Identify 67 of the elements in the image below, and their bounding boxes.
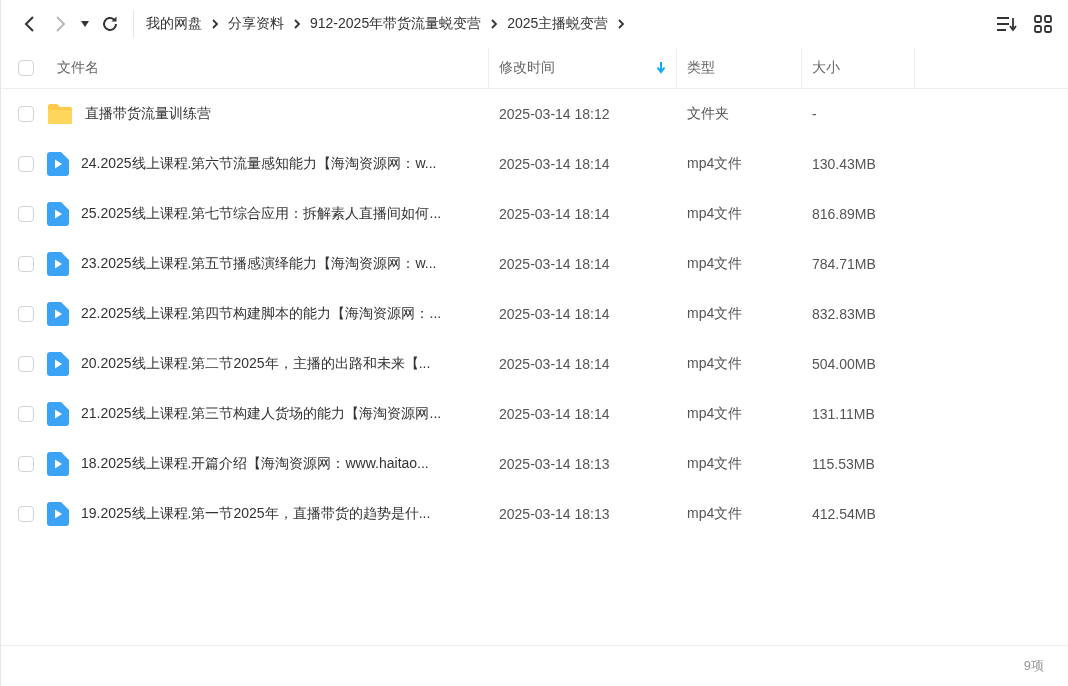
column-header[interactable]: 大小 <box>812 59 904 77</box>
modified-time: 2025-03-14 18:14 <box>498 256 611 272</box>
file-size: 130.43MB <box>811 156 877 172</box>
file-type: mp4文件 <box>686 305 744 323</box>
row-checkbox[interactable] <box>18 356 34 372</box>
breadcrumb-link[interactable]: 2025主播蜕变营 <box>507 15 609 33</box>
file-type: mp4文件 <box>686 505 744 523</box>
file-size: 784.71MB <box>811 256 877 272</box>
row-checkbox[interactable] <box>18 456 34 472</box>
row-checkbox[interactable] <box>18 506 34 522</box>
file-size: 504.00MB <box>811 356 877 372</box>
caret-down-icon <box>80 20 90 28</box>
breadcrumb-link[interactable]: 我的网盘 <box>146 15 202 33</box>
column-header[interactable]: 类型 <box>687 59 791 77</box>
modified-time: 2025-03-14 18:14 <box>498 306 611 322</box>
video-file-icon <box>47 352 69 376</box>
file-size: 115.53MB <box>811 456 876 472</box>
modified-time: 2025-03-14 18:14 <box>498 206 611 222</box>
row-checkbox[interactable] <box>18 206 34 222</box>
file-type: mp4文件 <box>686 155 744 173</box>
file-name[interactable]: 24.2025线上课程.第六节流量感知能力【海淘资源网：w... <box>81 155 437 173</box>
file-size: 816.89MB <box>811 206 877 222</box>
modified-time: 2025-03-14 18:13 <box>498 506 611 522</box>
file-size: 412.54MB <box>811 506 877 522</box>
modified-time: 2025-03-14 18:13 <box>498 456 611 472</box>
file-name[interactable]: 25.2025线上课程.第七节综合应用：拆解素人直播间如何... <box>81 205 442 223</box>
item-count: 9项 <box>1023 657 1044 675</box>
select-all-checkbox[interactable] <box>18 60 34 76</box>
video-file-icon <box>47 302 69 326</box>
modified-time: 2025-03-14 18:12 <box>498 106 611 122</box>
row-checkbox[interactable] <box>18 106 34 122</box>
video-file-icon <box>47 252 69 276</box>
row-checkbox[interactable] <box>18 306 34 322</box>
breadcrumb-link[interactable]: 912-2025年带货流量蜕变营 <box>310 15 482 33</box>
row-checkbox[interactable] <box>18 256 34 272</box>
file-name[interactable]: 21.2025线上课程.第三节构建人货场的能力【海淘资源网... <box>81 405 442 423</box>
video-file-icon <box>47 152 69 176</box>
column-header[interactable]: 文件名 <box>57 59 478 77</box>
file-name[interactable]: 20.2025线上课程.第二节2025年，主播的出路和未来【... <box>81 355 431 373</box>
file-type: mp4文件 <box>686 255 744 273</box>
file-type: mp4文件 <box>686 405 744 423</box>
file-type: mp4文件 <box>686 455 744 473</box>
row-checkbox[interactable] <box>18 406 34 422</box>
modified-time: 2025-03-14 18:14 <box>498 156 611 172</box>
breadcrumb-link[interactable]: 分享资料 <box>228 15 284 33</box>
file-name[interactable]: 22.2025线上课程.第四节构建脚本的能力【海淘资源网：... <box>81 305 442 323</box>
refresh-icon <box>101 15 119 33</box>
modified-time: 2025-03-14 18:14 <box>498 406 611 422</box>
file-size: 832.83MB <box>811 306 877 322</box>
video-file-icon <box>47 202 69 226</box>
file-name[interactable]: 23.2025线上课程.第五节播感演绎能力【海淘资源网：w... <box>81 255 437 273</box>
row-checkbox[interactable] <box>18 156 34 172</box>
sort-down-icon <box>656 62 666 74</box>
file-name[interactable]: 19.2025线上课程.第一节2025年，直播带货的趋势是什... <box>81 505 431 523</box>
file-size: - <box>811 106 818 122</box>
file-name[interactable]: 直播带货流量训练营 <box>85 105 211 123</box>
file-name[interactable]: 18.2025线上课程.开篇介绍【海淘资源网：www.haitao... <box>81 455 429 473</box>
video-file-icon <box>47 452 69 476</box>
video-file-icon <box>47 502 69 526</box>
modified-time: 2025-03-14 18:14 <box>498 356 611 372</box>
file-type: 文件夹 <box>686 105 730 123</box>
file-type: mp4文件 <box>686 355 744 373</box>
folder-icon <box>47 103 73 125</box>
file-size: 131.11MB <box>811 406 876 422</box>
column-header[interactable]: 修改时间 <box>499 59 656 77</box>
video-file-icon <box>47 402 69 426</box>
file-type: mp4文件 <box>686 205 744 223</box>
